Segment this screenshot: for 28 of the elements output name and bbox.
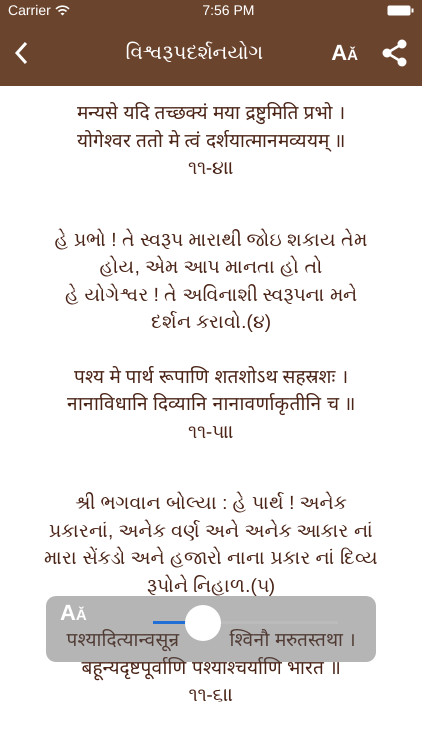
sanskrit-verse-line: पश्य मे पार्थ रूपाणि शतशोऽथ सहस्रशः । [74, 365, 348, 390]
slider-thumb[interactable] [184, 605, 221, 641]
translation-line: રૂપોને નિહાળ.(૫) [146, 574, 276, 598]
translation-line: શ્રી ભગવાન બોલ્યા : હે પાર્થ ! અનેક [75, 490, 347, 516]
sanskrit-verse-line: योगेश्वर ततो मे त्वं दर्शयात्मानमव्ययम् ॥ [76, 129, 346, 154]
translation-line: હોય, એમ આપ માનતા હો તો [100, 254, 322, 280]
carrier-label: Carrier [8, 0, 51, 20]
chapter-title: વિશ્વરૂપદર્શનયોગ [126, 42, 264, 64]
share-icon[interactable] [382, 39, 408, 67]
sanskrit-verse-line: श्विनौ मरुतस्तथा । [230, 628, 356, 653]
clock-label: 7:56 PM [202, 0, 254, 20]
font-size-button[interactable]: AǍ [331, 42, 358, 64]
translation-line: દર્શન કરાવો.(૪) [150, 310, 272, 335]
sanskrit-verse-line: नानाविधानि दिव्यानि नानावर्णाकृतीनि च ॥ [66, 392, 356, 418]
translation-line: મારા સેંકડો અને હજારો નાના પ્રકાર નાં દિવ્ય [44, 546, 378, 571]
translation-line: પ્રકારનાં, અનેક વર્ણ અને અનેક આકાર નાં [49, 518, 373, 544]
wifi-icon [54, 4, 70, 16]
translation-line: હે યોગેશ્વર ! તે અવિનાશી સ્વરૂપના મને [65, 282, 357, 308]
back-icon[interactable] [14, 41, 28, 65]
sanskrit-verse-line: बहून्यदृष्टपूर्वाणि पश्याश्चर्याणि भारत ॥ [82, 656, 340, 682]
sanskrit-verse-line: ૧૧-૫॥ [188, 420, 234, 444]
sanskrit-verse-line: मन्यसे यदि तच्छक्यं मया द्रष्टुमिति प्रभो । [77, 101, 345, 126]
sanskrit-verse-line: ૧૧-૪॥ [188, 157, 234, 181]
translation-line: હે પ્રભો ! તે સ્વરૂપ મારાથી જોઇ શકાય તેમ [54, 228, 368, 252]
battery-icon [386, 4, 414, 16]
sanskrit-verse-line: ૧૧-૬॥ [188, 684, 234, 708]
sanskrit-verse-line: पश्यादित्यान्वसून्र [66, 628, 180, 654]
font-size-icon: AǍ [60, 602, 87, 624]
